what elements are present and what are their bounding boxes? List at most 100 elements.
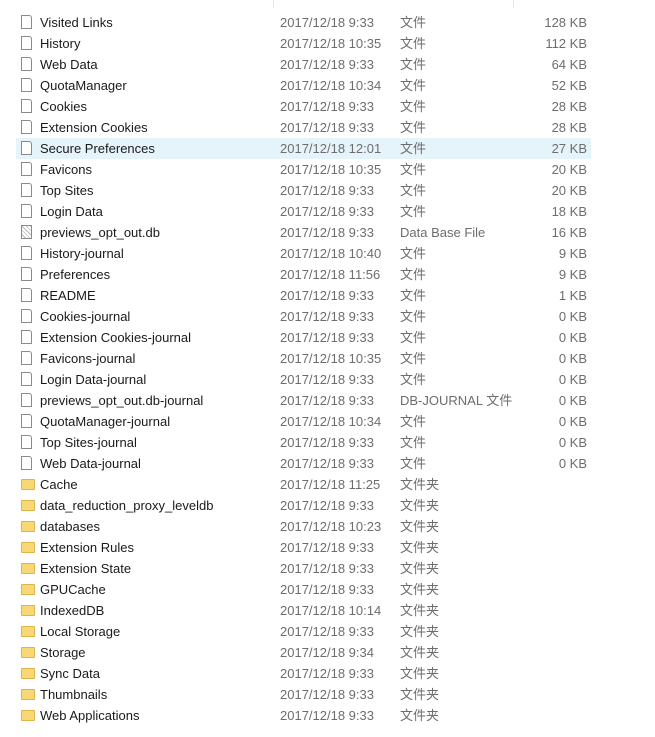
file-size: 16 KB: [551, 225, 587, 240]
file-name: Local Storage: [40, 624, 121, 639]
file-name: Extension Rules: [40, 540, 134, 555]
file-row[interactable]: History-journal 2017/12/18 10:40 文件 9 KB: [16, 243, 591, 264]
file-date: 2017/12/18 9:33: [280, 372, 374, 387]
file-name: Extension Cookies-journal: [40, 330, 192, 345]
file-date: 2017/12/18 10:35: [280, 162, 382, 177]
file-row[interactable]: Web Data-journal 2017/12/18 9:33 文件 0 KB: [16, 453, 591, 474]
file-row[interactable]: QuotaManager-journal 2017/12/18 10:34 文件…: [16, 411, 591, 432]
file-row[interactable]: data_reduction_proxy_leveldb 2017/12/18 …: [16, 495, 591, 516]
file-row[interactable]: Local Storage 2017/12/18 9:33 文件夹: [16, 621, 591, 642]
folder-icon: [21, 689, 35, 700]
file-row[interactable]: Preferences 2017/12/18 11:56 文件 9 KB: [16, 264, 591, 285]
file-icon: [21, 330, 32, 344]
file-date: 2017/12/18 9:33: [280, 330, 374, 345]
file-row[interactable]: Storage 2017/12/18 9:34 文件夹: [16, 642, 591, 663]
file-size: 64 KB: [551, 57, 587, 72]
file-row[interactable]: Secure Preferences 2017/12/18 12:01 文件 2…: [16, 138, 591, 159]
file-date: 2017/12/18 10:34: [280, 78, 382, 93]
file-icon: [21, 204, 32, 218]
file-name: QuotaManager: [40, 78, 127, 93]
file-type: 文件: [400, 309, 427, 324]
file-date: 2017/12/18 9:33: [280, 708, 374, 723]
file-name: Secure Preferences: [40, 141, 155, 156]
file-row[interactable]: Top Sites-journal 2017/12/18 9:33 文件 0 K…: [16, 432, 591, 453]
file-size: 9 KB: [558, 267, 587, 282]
file-name: Login Data: [40, 204, 103, 219]
file-size: 0 KB: [558, 330, 587, 345]
file-row[interactable]: IndexedDB 2017/12/18 10:14 文件夹: [16, 600, 591, 621]
file-size: 112 KB: [545, 36, 587, 51]
file-row[interactable]: Favicons 2017/12/18 10:35 文件 20 KB: [16, 159, 591, 180]
file-row[interactable]: Extension State 2017/12/18 9:33 文件夹: [16, 558, 591, 579]
file-size: 0 KB: [558, 309, 587, 324]
file-row[interactable]: Login Data-journal 2017/12/18 9:33 文件 0 …: [16, 369, 591, 390]
file-row[interactable]: GPUCache 2017/12/18 9:33 文件夹: [16, 579, 591, 600]
file-row[interactable]: Thumbnails 2017/12/18 9:33 文件夹: [16, 684, 591, 705]
file-row[interactable]: Web Applications 2017/12/18 9:33 文件夹: [16, 705, 591, 726]
file-row[interactable]: History 2017/12/18 10:35 文件 112 KB: [16, 33, 591, 54]
file-type: 文件夹: [400, 645, 440, 660]
file-name: Favicons: [40, 162, 93, 177]
file-row[interactable]: README 2017/12/18 9:33 文件 1 KB: [16, 285, 591, 306]
file-date: 2017/12/18 9:33: [280, 540, 374, 555]
file-size: 27 KB: [551, 141, 587, 156]
folder-icon: [21, 668, 35, 679]
file-row[interactable]: Sync Data 2017/12/18 9:33 文件夹: [16, 663, 591, 684]
file-row[interactable]: Web Data 2017/12/18 9:33 文件 64 KB: [16, 54, 591, 75]
file-type: Data Base File: [400, 225, 486, 240]
file-icon: [21, 246, 32, 260]
file-type: 文件夹: [400, 603, 440, 618]
file-row[interactable]: Extension Cookies-journal 2017/12/18 9:3…: [16, 327, 591, 348]
file-size: 1 KB: [558, 288, 587, 303]
file-type: 文件: [400, 141, 427, 156]
file-name: Cache: [40, 477, 78, 492]
file-type: 文件: [400, 162, 427, 177]
file-type: 文件: [400, 435, 427, 450]
file-row[interactable]: databases 2017/12/18 10:23 文件夹: [16, 516, 591, 537]
file-icon: [21, 393, 32, 407]
file-date: 2017/12/18 11:56: [280, 267, 381, 282]
file-type: 文件夹: [400, 666, 440, 681]
file-name: data_reduction_proxy_leveldb: [40, 498, 214, 513]
file-type: 文件: [400, 204, 427, 219]
file-type: 文件: [400, 99, 427, 114]
file-type: 文件夹: [400, 498, 440, 513]
file-date: 2017/12/18 9:33: [280, 498, 374, 513]
file-row[interactable]: Visited Links 2017/12/18 9:33 文件 128 KB: [16, 12, 591, 33]
file-size: 20 KB: [551, 162, 587, 177]
file-name: Web Data-journal: [40, 456, 141, 471]
file-size: 9 KB: [558, 246, 587, 261]
file-name: History-journal: [40, 246, 124, 261]
file-name: Web Applications: [40, 708, 140, 723]
file-icon: [21, 456, 32, 470]
file-type: DB-JOURNAL 文件: [400, 393, 513, 408]
file-date: 2017/12/18 10:23: [280, 519, 382, 534]
file-date: 2017/12/18 9:33: [280, 15, 374, 30]
column-divider[interactable]: [513, 0, 514, 8]
file-row[interactable]: Cookies-journal 2017/12/18 9:33 文件 0 KB: [16, 306, 591, 327]
file-date: 2017/12/18 9:33: [280, 582, 374, 597]
file-row[interactable]: Top Sites 2017/12/18 9:33 文件 20 KB: [16, 180, 591, 201]
file-row[interactable]: Cache 2017/12/18 11:25 文件夹: [16, 474, 591, 495]
file-date: 2017/12/18 9:33: [280, 393, 374, 408]
file-icon: [21, 78, 32, 92]
file-row[interactable]: Login Data 2017/12/18 9:33 文件 18 KB: [16, 201, 591, 222]
file-name: Web Data: [40, 57, 98, 72]
file-name: History: [40, 36, 81, 51]
file-row[interactable]: previews_opt_out.db-journal 2017/12/18 9…: [16, 390, 591, 411]
file-type: 文件: [400, 351, 427, 366]
file-row[interactable]: Extension Rules 2017/12/18 9:33 文件夹: [16, 537, 591, 558]
file-date: 2017/12/18 9:33: [280, 183, 374, 198]
file-name: Login Data-journal: [40, 372, 147, 387]
file-date: 2017/12/18 9:33: [280, 288, 374, 303]
file-row[interactable]: Cookies 2017/12/18 9:33 文件 28 KB: [16, 96, 591, 117]
file-row[interactable]: Favicons-journal 2017/12/18 10:35 文件 0 K…: [16, 348, 591, 369]
file-type: 文件夹: [400, 582, 440, 597]
column-divider[interactable]: [273, 0, 274, 8]
file-row[interactable]: QuotaManager 2017/12/18 10:34 文件 52 KB: [16, 75, 591, 96]
file-size: 0 KB: [558, 372, 587, 387]
file-icon: [21, 288, 32, 302]
file-type: 文件: [400, 414, 427, 429]
file-row[interactable]: previews_opt_out.db 2017/12/18 9:33 Data…: [16, 222, 591, 243]
file-row[interactable]: Extension Cookies 2017/12/18 9:33 文件 28 …: [16, 117, 591, 138]
